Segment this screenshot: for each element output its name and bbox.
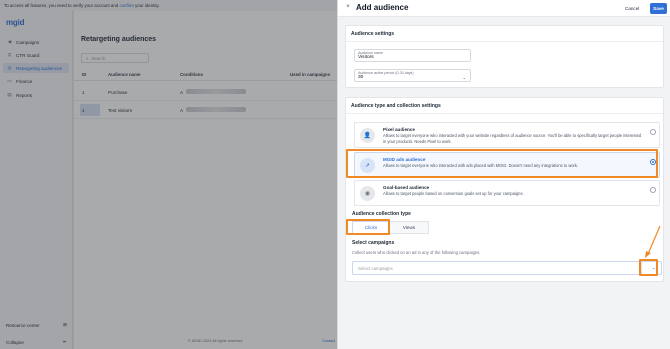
audience-settings-card: Audience settings Audience name Visitors… bbox=[345, 25, 664, 88]
panel-title: Add audience bbox=[356, 3, 409, 12]
panel-header: × Add audience Cancel Save bbox=[338, 0, 670, 17]
field-value: 30 bbox=[358, 75, 364, 80]
select-campaigns-hint: Collect users who clicked on an ad in an… bbox=[352, 250, 481, 255]
audience-name-field[interactable]: Audience name Visitors bbox=[354, 49, 471, 62]
highlight-select-dropdown bbox=[639, 259, 658, 276]
radio-button[interactable] bbox=[650, 129, 656, 135]
highlight-mgid-ads-option bbox=[346, 149, 658, 178]
highlight-clicks-tab bbox=[346, 219, 390, 235]
cancel-button[interactable]: Cancel bbox=[621, 3, 643, 14]
option-goal-based-audience[interactable]: ◉ Goal-based audience Allows to target p… bbox=[354, 180, 660, 206]
goal-icon: ◉ bbox=[360, 186, 375, 201]
option-description: Allows to target everyone who interacted… bbox=[383, 133, 642, 144]
radio-button[interactable] bbox=[650, 187, 656, 193]
person-icon: 👤 bbox=[360, 128, 375, 143]
audience-type-card: Audience type and collection settings 👤 … bbox=[345, 97, 664, 282]
campaigns-select[interactable]: Select campaigns ⌄ bbox=[352, 261, 662, 275]
section-title: Audience type and collection settings bbox=[351, 103, 441, 109]
select-placeholder: Select campaigns bbox=[358, 266, 393, 271]
divider bbox=[346, 41, 663, 42]
annotation-arrow bbox=[645, 225, 661, 258]
collection-type-title: Audience collection type bbox=[352, 211, 411, 217]
option-title: Goal-based audience bbox=[383, 185, 430, 190]
select-campaigns-title: Select campaigns bbox=[352, 240, 395, 246]
active-period-select[interactable]: Audience active period (0-30 days) 30 ⌄ bbox=[354, 69, 471, 82]
option-pixel-audience[interactable]: 👤 Pixel audience Allows to target everyo… bbox=[354, 122, 660, 148]
divider bbox=[346, 113, 663, 114]
chevron-down-icon: ⌄ bbox=[462, 75, 466, 80]
option-title: Pixel audience bbox=[383, 127, 415, 132]
close-icon[interactable]: × bbox=[344, 4, 352, 12]
modal-backdrop[interactable] bbox=[0, 0, 337, 349]
option-description: Allows to target people based on convers… bbox=[383, 191, 524, 196]
tab-views[interactable]: Views bbox=[389, 221, 429, 234]
save-button[interactable]: Save bbox=[650, 3, 667, 14]
section-title: Audience settings bbox=[351, 31, 395, 37]
field-value: Visitors bbox=[358, 55, 374, 60]
